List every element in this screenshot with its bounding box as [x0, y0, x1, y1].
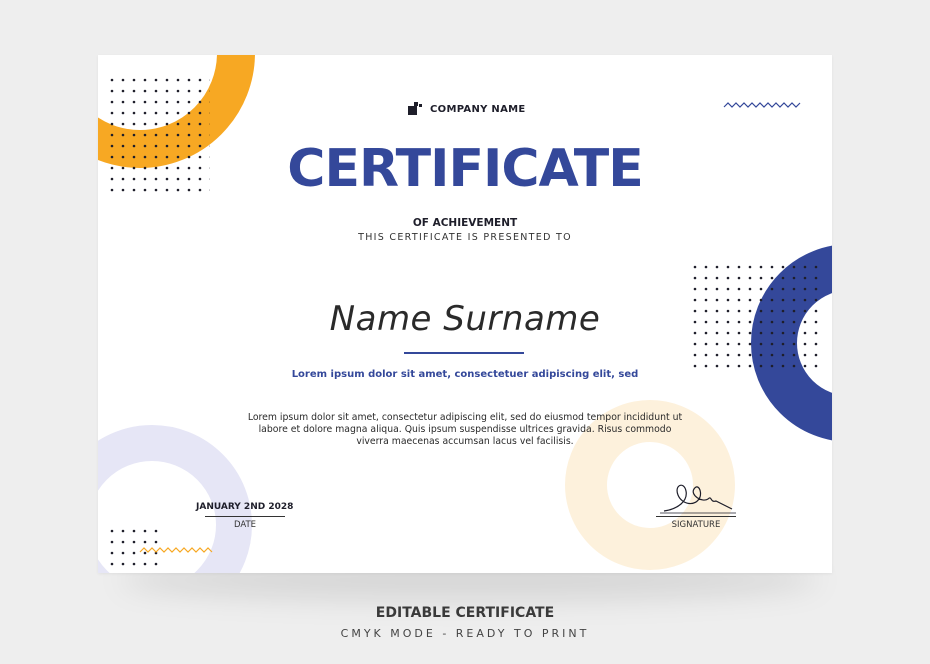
presented-to-text: THIS CERTIFICATE IS PRESENTED TO: [358, 232, 572, 243]
footer-title: EDITABLE CERTIFICATE: [375, 605, 555, 621]
description-line: labore et dolore magna aliqua. Quis ipsu…: [258, 424, 672, 435]
description-line: viverra maecenas accumsan lacus vel faci…: [356, 436, 574, 447]
company-header: COMPANY NAME: [408, 102, 526, 116]
recipient-name[interactable]: Name Surname: [98, 299, 832, 339]
certificate-subtitle: OF ACHIEVEMENT: [412, 217, 518, 229]
description-line: Lorem ipsum dolor sit amet, consectetur …: [247, 412, 683, 423]
description-text: Lorem ipsum dolor sit amet, consectetur …: [228, 412, 702, 448]
dot-grid-bottom-left: [104, 523, 160, 569]
company-name: COMPANY NAME: [430, 103, 526, 115]
zigzag-top-right: [723, 102, 801, 108]
name-underline: [404, 352, 524, 354]
signature-line: [656, 516, 736, 517]
date-line: [205, 516, 285, 517]
company-logo-icon: [408, 102, 422, 115]
date-label: DATE: [233, 520, 257, 530]
certificate-card: COMPANY NAME CERTIFICATE OF ACHIEVEMENT …: [98, 55, 832, 573]
signature-scribble: [660, 484, 736, 514]
certificate-title: CERTIFICATE: [287, 139, 643, 199]
date-value: JANUARY 2ND 2028: [196, 502, 294, 512]
lead-text: Lorem ipsum dolor sit amet, consectetuer…: [291, 369, 639, 380]
footer-subtitle: CMYK MODE - READY TO PRINT: [340, 627, 590, 640]
signature-label: SIGNATURE: [671, 520, 721, 530]
